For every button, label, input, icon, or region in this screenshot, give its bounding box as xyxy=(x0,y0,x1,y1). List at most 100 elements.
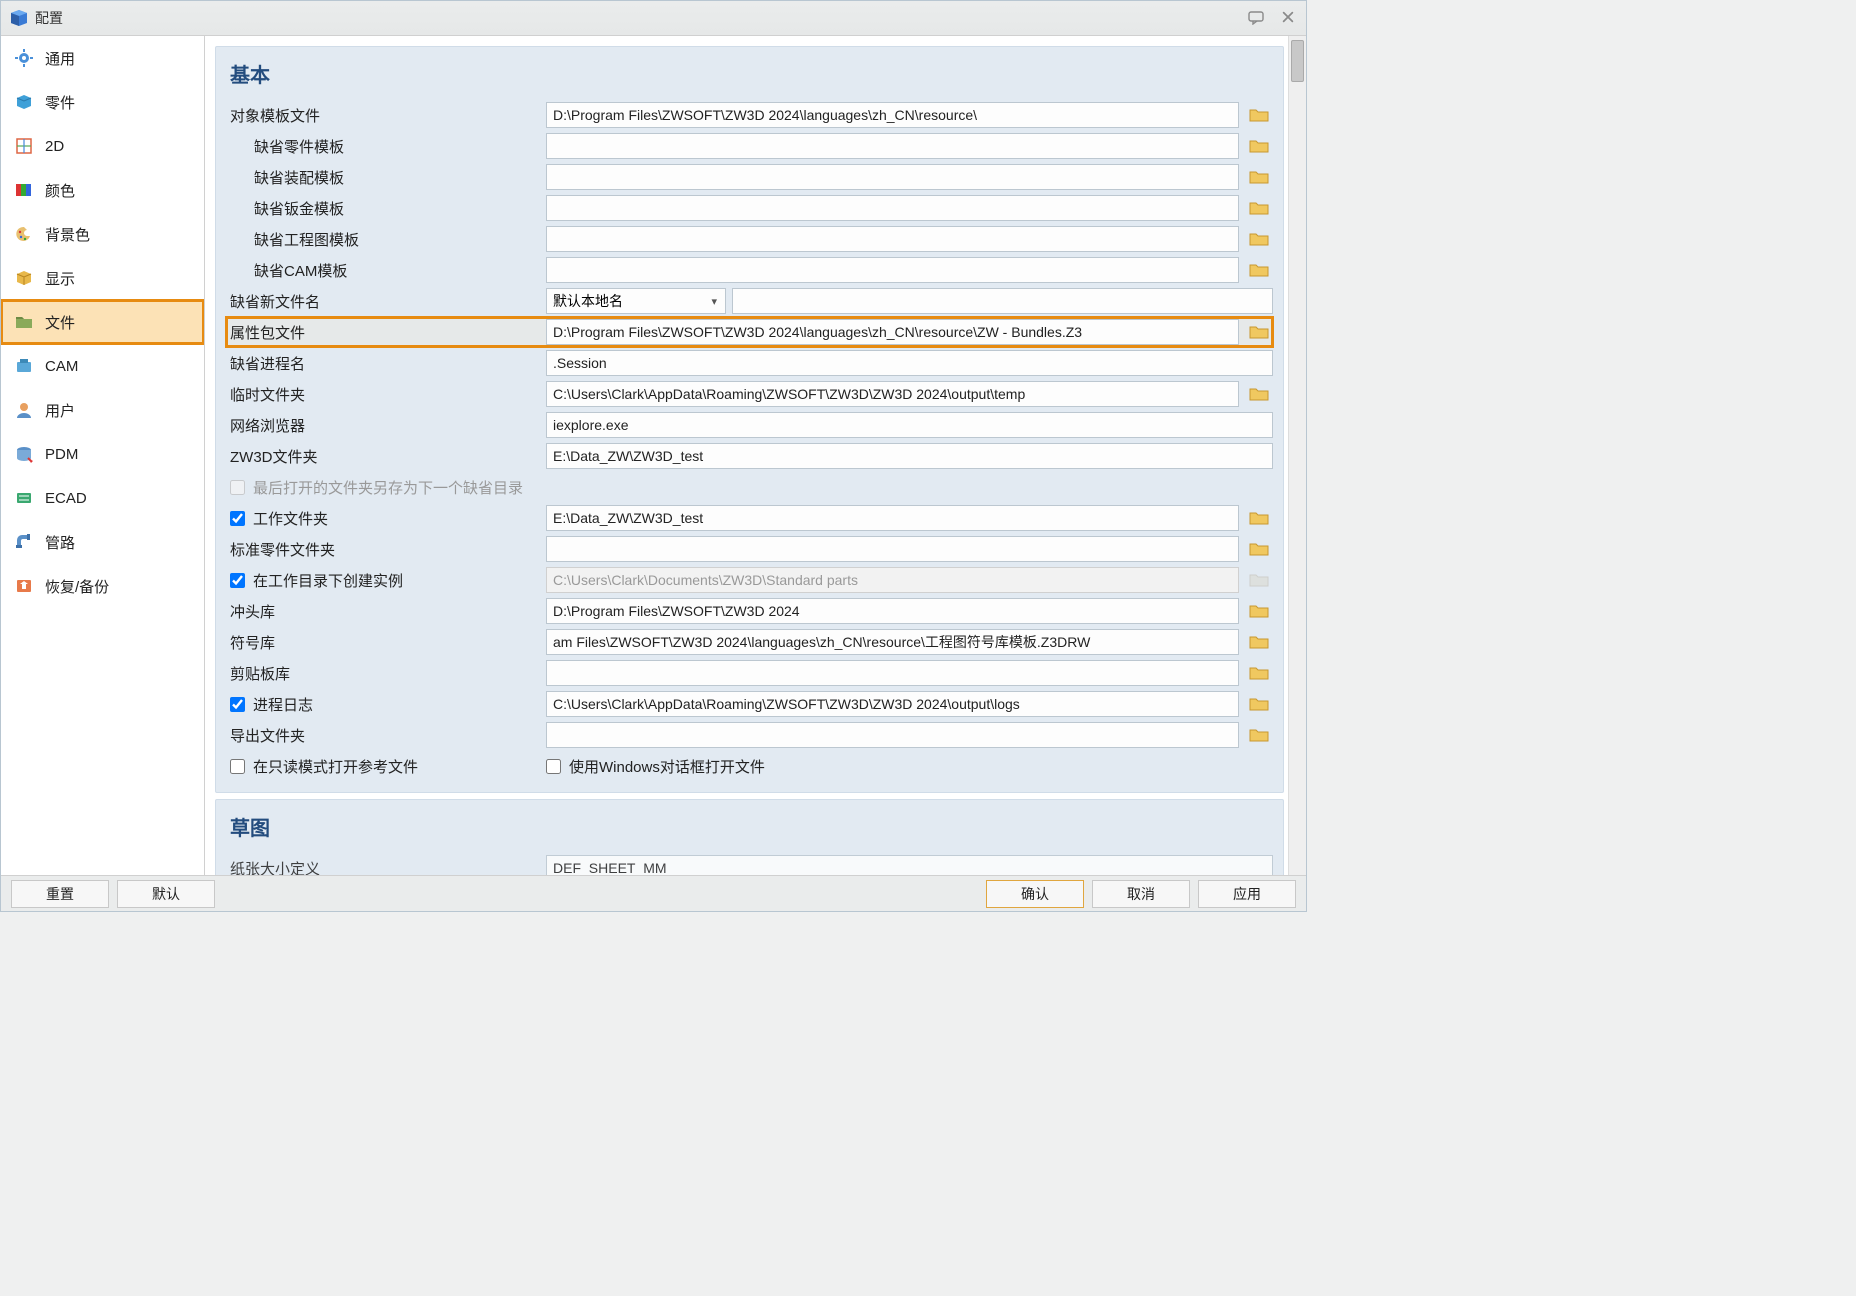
sidebar-item-label: ECAD xyxy=(45,490,87,507)
browse-scrap-library[interactable] xyxy=(1245,660,1273,686)
label-std-parts-folder: 标准零件文件夹 xyxy=(226,539,546,560)
sidebar-item-color[interactable]: 颜色 xyxy=(1,168,204,212)
input-default-part-template[interactable] xyxy=(546,133,1239,159)
folder-icon xyxy=(13,311,35,333)
check-open-ref-readonly[interactable]: 在只读模式打开参考文件 xyxy=(226,756,546,777)
browse-default-cam-template[interactable] xyxy=(1245,257,1273,283)
cube-icon xyxy=(13,267,35,289)
sidebar-item-label: 2D xyxy=(45,138,64,155)
browse-temp-folder[interactable] xyxy=(1245,381,1273,407)
input-default-session-name[interactable] xyxy=(546,350,1273,376)
browse-punch-library[interactable] xyxy=(1245,598,1273,624)
input-working-folder[interactable] xyxy=(546,505,1239,531)
ecad-icon xyxy=(13,487,35,509)
sidebar-item-ecad[interactable]: ECAD xyxy=(1,476,204,520)
checkbox-process-log[interactable] xyxy=(230,697,245,712)
input-default-new-filename[interactable] xyxy=(732,288,1273,314)
default-button[interactable]: 默认 xyxy=(117,880,215,908)
sidebar-item-label: CAM xyxy=(45,358,78,375)
backup-icon xyxy=(13,575,35,597)
pipe-icon xyxy=(13,531,35,553)
sidebar-item-label: 管路 xyxy=(45,532,75,553)
browse-default-part-template[interactable] xyxy=(1245,133,1273,159)
browse-export-folder[interactable] xyxy=(1245,722,1273,748)
label-punch-library: 冲头库 xyxy=(226,601,546,622)
sidebar-item-display[interactable]: 显示 xyxy=(1,256,204,300)
check-use-windows-dialog[interactable]: 使用Windows对话框打开文件 xyxy=(546,756,765,777)
check-last-folder-as-default[interactable]: 最后打开的文件夹另存为下一个缺省目录 xyxy=(226,477,546,498)
browse-default-sheetmetal-template[interactable] xyxy=(1245,195,1273,221)
input-web-browser[interactable] xyxy=(546,412,1273,438)
sidebar-item-label: 显示 xyxy=(45,268,75,289)
input-symbol-library[interactable] xyxy=(546,629,1239,655)
browse-object-template[interactable] xyxy=(1245,102,1273,128)
content-scrollbar[interactable] xyxy=(1288,36,1306,875)
input-std-parts-folder[interactable] xyxy=(546,536,1239,562)
sidebar: 通用 零件 2D 颜色 背景色 显示 文件 CAM xyxy=(1,36,205,875)
input-punch-library[interactable] xyxy=(546,598,1239,624)
sidebar-item-general[interactable]: 通用 xyxy=(1,36,204,80)
sidebar-item-cam[interactable]: CAM xyxy=(1,344,204,388)
label-default-part-template: 缺省零件模板 xyxy=(226,136,546,157)
sidebar-item-pdm[interactable]: PDM xyxy=(1,432,204,476)
checkbox-working-folder[interactable] xyxy=(230,511,245,526)
sidebar-item-bgcolor[interactable]: 背景色 xyxy=(1,212,204,256)
sidebar-item-label: 颜色 xyxy=(45,180,75,201)
label-symbol-library: 符号库 xyxy=(226,632,546,653)
input-export-folder[interactable] xyxy=(546,722,1239,748)
content-panel: 基本 对象模板文件 缺省零件模板 缺省装配模板 xyxy=(205,36,1306,875)
input-attr-bundle-file[interactable] xyxy=(546,319,1239,345)
input-paper-size-def[interactable] xyxy=(546,855,1273,875)
sidebar-item-label: 零件 xyxy=(45,92,75,113)
input-temp-folder[interactable] xyxy=(546,381,1239,407)
label-attr-bundle-file: 属性包文件 xyxy=(226,322,546,343)
scrollbar-thumb[interactable] xyxy=(1291,40,1304,82)
check-process-log[interactable]: 进程日志 xyxy=(226,694,546,715)
input-process-log[interactable] xyxy=(546,691,1239,717)
label-scrap-library: 剪贴板库 xyxy=(226,663,546,684)
browse-default-assembly-template[interactable] xyxy=(1245,164,1273,190)
input-default-sheetmetal-template[interactable] xyxy=(546,195,1239,221)
sidebar-item-user[interactable]: 用户 xyxy=(1,388,204,432)
checkbox-last-folder-as-default xyxy=(230,480,245,495)
input-create-in-working-dir xyxy=(546,567,1239,593)
browse-attr-bundle-file[interactable] xyxy=(1245,319,1273,345)
ok-button[interactable]: 确认 xyxy=(986,880,1084,908)
label-default-new-filename: 缺省新文件名 xyxy=(226,291,546,312)
combo-default-new-filename[interactable]: 默认本地名 xyxy=(546,288,726,314)
input-default-drawing-template[interactable] xyxy=(546,226,1239,252)
sidebar-item-piping[interactable]: 管路 xyxy=(1,520,204,564)
checkbox-use-windows-dialog[interactable] xyxy=(546,759,561,774)
checkbox-open-ref-readonly[interactable] xyxy=(230,759,245,774)
label-web-browser: 网络浏览器 xyxy=(226,415,546,436)
input-scrap-library[interactable] xyxy=(546,660,1239,686)
checkbox-create-in-working-dir[interactable] xyxy=(230,573,245,588)
cancel-button[interactable]: 取消 xyxy=(1092,880,1190,908)
label-temp-folder: 临时文件夹 xyxy=(226,384,546,405)
sidebar-item-2d[interactable]: 2D xyxy=(1,124,204,168)
browse-std-parts-folder[interactable] xyxy=(1245,536,1273,562)
sidebar-item-file[interactable]: 文件 xyxy=(1,300,204,344)
check-create-in-working-dir[interactable]: 在工作目录下创建实例 xyxy=(226,570,546,591)
apply-button[interactable]: 应用 xyxy=(1198,880,1296,908)
input-default-assembly-template[interactable] xyxy=(546,164,1239,190)
check-working-folder[interactable]: 工作文件夹 xyxy=(226,508,546,529)
sidebar-item-label: 恢复/备份 xyxy=(45,576,109,597)
feedback-icon[interactable] xyxy=(1246,7,1266,27)
input-zw3d-folder[interactable] xyxy=(546,443,1273,469)
input-default-cam-template[interactable] xyxy=(546,257,1239,283)
group-title-basic: 基本 xyxy=(226,55,1273,100)
browse-working-folder[interactable] xyxy=(1245,505,1273,531)
browse-process-log[interactable] xyxy=(1245,691,1273,717)
input-object-template[interactable] xyxy=(546,102,1239,128)
sidebar-item-backup[interactable]: 恢复/备份 xyxy=(1,564,204,608)
title-bar: 配置 xyxy=(1,1,1306,36)
browse-symbol-library[interactable] xyxy=(1245,629,1273,655)
label-paper-size-def: 纸张大小定义 xyxy=(226,858,546,876)
sidebar-item-part[interactable]: 零件 xyxy=(1,80,204,124)
browse-default-drawing-template[interactable] xyxy=(1245,226,1273,252)
close-icon[interactable] xyxy=(1278,7,1298,27)
group-title-sketch: 草图 xyxy=(226,808,1273,853)
reset-button[interactable]: 重置 xyxy=(11,880,109,908)
pdm-icon xyxy=(13,443,35,465)
